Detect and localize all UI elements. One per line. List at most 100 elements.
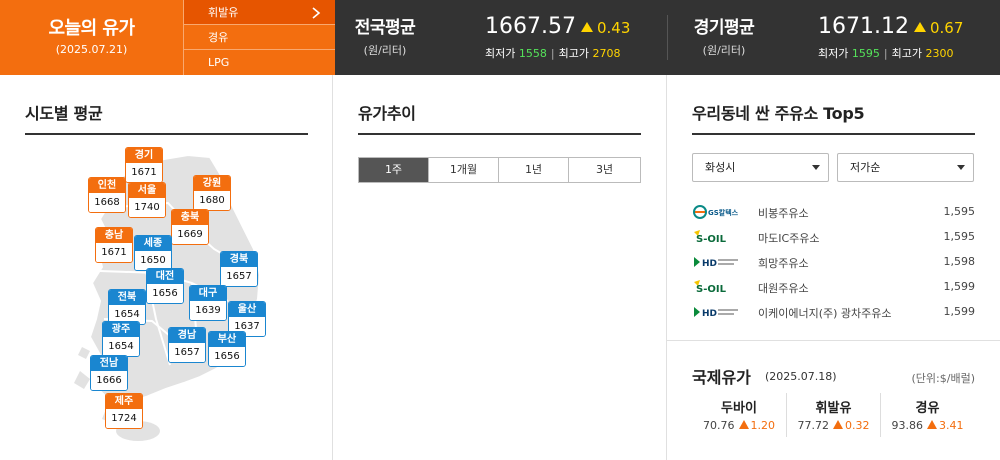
svg-text:S-OIL: S-OIL xyxy=(696,234,727,245)
up-triangle-icon xyxy=(927,420,937,429)
station-row[interactable]: S-OIL 대원주유소 1,599 xyxy=(692,275,975,300)
region-pin[interactable]: 경남 1657 xyxy=(168,327,206,363)
station-row[interactable]: GS칼텍스 비봉주유소 1,595 xyxy=(692,200,975,225)
intl-dubai: 두바이 70.76 1.20 xyxy=(703,401,775,432)
tab-1-month[interactable]: 1개월 xyxy=(429,158,499,182)
sort-select[interactable]: 저가순 xyxy=(837,153,974,182)
today-price-box: 오늘의 유가 (2025.07.21) xyxy=(0,0,183,75)
region-name: 대전 xyxy=(147,269,183,284)
region-price: 1671 xyxy=(96,243,132,262)
region-pin[interactable]: 세종 1650 xyxy=(134,235,172,271)
regional-average-panel: 시도별 평균 경기 1671 인천 1668 서울 1740 강원 1680 충북 1669 충남 1… xyxy=(0,75,333,460)
region-price: 1657 xyxy=(221,267,257,286)
region-name: 경북 xyxy=(221,252,257,267)
region-price: 1724 xyxy=(106,409,142,428)
tab-1-year[interactable]: 1년 xyxy=(499,158,569,182)
intl-oil-title: 국제유가 xyxy=(692,368,751,387)
region-price: 1680 xyxy=(194,191,230,210)
region-price: 1639 xyxy=(190,301,226,320)
region-pin[interactable]: 충남 1671 xyxy=(95,227,133,263)
region-pin[interactable]: 서울 1740 xyxy=(128,182,166,218)
station-row[interactable]: HD 희망주유소 1,598 xyxy=(692,250,975,275)
region-select[interactable]: 화성시 xyxy=(692,153,829,182)
section-title: 시도별 평균 xyxy=(25,104,103,123)
region-name: 제주 xyxy=(106,394,142,409)
region-pin[interactable]: 대구 1639 xyxy=(189,285,227,321)
region-name: 울산 xyxy=(229,302,265,317)
tab-label: LPG xyxy=(208,56,230,69)
region-pin[interactable]: 부산 1656 xyxy=(208,331,246,367)
gyeonggi-title: 경기평균 xyxy=(693,18,755,38)
section-rule xyxy=(692,133,975,135)
region-price: 1656 xyxy=(147,284,183,303)
national-change: 0.43 xyxy=(581,19,630,37)
gyeonggi-average: 경기평균 (원/리터) 1671.12 0.67 최저가 1595 | 최고가 23… xyxy=(674,0,1000,75)
dropdown-arrow-icon xyxy=(812,165,820,170)
up-triangle-icon xyxy=(738,420,749,429)
section-rule xyxy=(358,133,641,135)
station-name: 대원주유소 xyxy=(758,282,809,295)
region-name: 전북 xyxy=(109,290,145,305)
s-oil-logo: S-OIL xyxy=(692,228,744,246)
national-title: 전국평균 xyxy=(354,18,416,38)
region-pin[interactable]: 대전 1656 xyxy=(146,268,184,304)
tab-gasoline[interactable]: 휘발유 xyxy=(184,0,335,25)
today-date: (2025.07.21) xyxy=(55,43,128,56)
station-price: 1,599 xyxy=(943,280,976,293)
region-name: 부산 xyxy=(209,332,245,347)
region-price: 1669 xyxy=(172,225,208,244)
svg-text:GS칼텍스: GS칼텍스 xyxy=(708,208,739,217)
tab-3-year[interactable]: 3년 xyxy=(569,158,640,182)
region-name: 충남 xyxy=(96,228,132,243)
gyeonggi-price: 1671.12 xyxy=(818,14,909,39)
region-name: 경기 xyxy=(126,148,162,163)
region-name: 충북 xyxy=(172,210,208,225)
station-row[interactable]: HD 이케이에너지(주) 광차주유소 1,599 xyxy=(692,300,975,325)
up-triangle-icon xyxy=(833,420,843,429)
tab-1-week[interactable]: 1주 xyxy=(359,158,429,182)
region-name: 세종 xyxy=(135,236,171,251)
intl-oil-date: (2025.07.18) xyxy=(765,370,837,383)
region-price: 1657 xyxy=(169,343,205,362)
dropdown-arrow-icon xyxy=(957,165,965,170)
top-bar: 오늘의 유가 (2025.07.21) 휘발유 경유 LPG 전국평균 (원/리… xyxy=(0,0,1000,75)
region-pin[interactable]: 충북 1669 xyxy=(171,209,209,245)
region-pin[interactable]: 전북 1654 xyxy=(108,289,146,325)
region-pin[interactable]: 광주 1654 xyxy=(102,321,140,357)
up-triangle-icon xyxy=(581,22,593,32)
station-row[interactable]: S-OIL 마도IC주유소 1,595 xyxy=(692,225,975,250)
station-price: 1,595 xyxy=(943,230,976,243)
region-name: 대구 xyxy=(190,286,226,301)
station-name: 비봉주유소 xyxy=(758,207,809,220)
region-pin[interactable]: 강원 1680 xyxy=(193,175,231,211)
intl-diesel: 경유 93.86 3.41 xyxy=(880,393,974,437)
divider xyxy=(667,340,1000,341)
station-price: 1,598 xyxy=(943,255,976,268)
section-rule xyxy=(25,133,308,135)
region-price: 1666 xyxy=(91,371,127,390)
svg-text:HD: HD xyxy=(702,259,717,269)
gyeonggi-range: 최저가 1595 | 최고가 2300 xyxy=(818,47,954,60)
station-name: 희망주유소 xyxy=(758,257,809,270)
station-price: 1,599 xyxy=(943,305,976,318)
region-name: 인천 xyxy=(89,178,125,193)
region-name: 강원 xyxy=(194,176,230,191)
region-price: 1654 xyxy=(103,337,139,356)
region-pin[interactable]: 경기 1671 xyxy=(125,147,163,183)
tab-label: 휘발유 xyxy=(208,6,239,19)
today-title: 오늘의 유가 xyxy=(48,18,135,39)
region-price: 1656 xyxy=(209,347,245,366)
region-pin[interactable]: 전남 1666 xyxy=(90,355,128,391)
svg-text:HD: HD xyxy=(702,309,717,319)
tab-label: 경유 xyxy=(208,31,229,44)
svg-text:S-OIL: S-OIL xyxy=(696,284,727,295)
region-name: 경남 xyxy=(169,328,205,343)
tab-diesel[interactable]: 경유 xyxy=(184,25,335,50)
region-pin[interactable]: 인천 1668 xyxy=(88,177,126,213)
national-range: 최저가 1558 | 최고가 2708 xyxy=(485,47,621,60)
region-pin[interactable]: 제주 1724 xyxy=(105,393,143,429)
region-name: 전남 xyxy=(91,356,127,371)
station-name: 이케이에너지(주) 광차주유소 xyxy=(758,307,892,320)
tab-lpg[interactable]: LPG xyxy=(184,50,335,75)
region-pin[interactable]: 경북 1657 xyxy=(220,251,258,287)
